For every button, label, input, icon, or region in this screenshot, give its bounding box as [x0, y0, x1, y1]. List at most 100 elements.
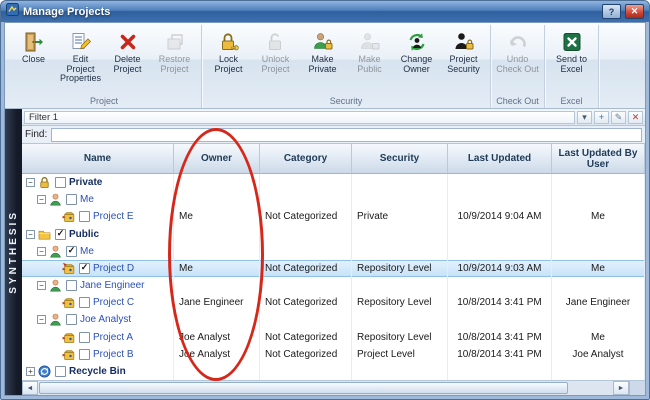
row-name-label: Recycle Bin [69, 366, 126, 377]
column-header-name[interactable]: Name [22, 144, 174, 173]
collapse-toggle[interactable]: − [26, 178, 35, 187]
row-checkbox[interactable] [79, 211, 90, 222]
table-row-me[interactable]: − Me [22, 243, 645, 260]
project-security-button[interactable]: Project Security [440, 26, 487, 76]
cell-security: Private [352, 208, 448, 225]
edit-properties-icon [70, 30, 92, 53]
column-header-last-updated-by-user[interactable]: Last Updated By User [552, 144, 645, 173]
column-header-owner[interactable]: Owner [174, 144, 260, 173]
cell-last-updated [448, 311, 552, 328]
window-title: Manage Projects [23, 6, 598, 18]
cell-owner [174, 191, 260, 208]
expand-toggle[interactable]: + [26, 367, 35, 376]
cell-category [260, 174, 352, 191]
row-checkbox[interactable] [79, 263, 90, 274]
filter-bar: Filter 1 ▾+✎✕ [22, 109, 645, 126]
ribbon-group-check-out: Undo Check OutCheck Out [491, 25, 545, 108]
cell-name: Project E [22, 208, 174, 225]
table-row-project-c[interactable]: Project CJane EngineerNot CategorizedRep… [22, 294, 645, 311]
title-bar: Manage Projects ? ✕ [1, 1, 649, 22]
add-filter-button[interactable]: + [594, 111, 609, 124]
cell-name: −Public [22, 226, 174, 243]
person-icon [49, 313, 63, 326]
make-private-button[interactable]: Make Private [299, 26, 346, 76]
cell-last-updated-by: Joe Analyst [552, 346, 645, 363]
scroll-left-button[interactable]: ◄ [22, 381, 38, 395]
folder-icon [38, 228, 52, 241]
row-checkbox[interactable] [66, 280, 77, 291]
cell-last-updated: 10/9/2014 9:03 AM [448, 260, 552, 277]
cell-name: −Me [22, 191, 174, 208]
collapse-toggle[interactable]: − [37, 281, 46, 290]
row-checkbox[interactable] [55, 229, 66, 240]
table-row-jane-engineer[interactable]: − Jane Engineer [22, 277, 645, 294]
collapse-toggle[interactable]: − [37, 315, 46, 324]
row-name-label: Me [80, 246, 94, 257]
edit-filter-button[interactable]: ✎ [611, 111, 626, 124]
cell-last-updated: 10/8/2014 3:41 PM [448, 294, 552, 311]
row-checkbox[interactable] [55, 366, 66, 377]
collapse-toggle[interactable]: − [37, 195, 46, 204]
cell-owner [174, 243, 260, 260]
row-checkbox[interactable] [79, 349, 90, 360]
restore-project-button[interactable]: Restore Project [151, 26, 198, 76]
make-public-button[interactable]: Make Public [346, 26, 393, 76]
table-row-project-a[interactable]: Project AJoe AnalystNot CategorizedRepos… [22, 329, 645, 346]
scroll-thumb[interactable] [39, 382, 568, 394]
cell-security: Repository Level [352, 260, 448, 277]
row-checkbox[interactable] [55, 177, 66, 188]
help-button[interactable]: ? [602, 4, 621, 19]
collapse-toggle[interactable]: − [37, 247, 46, 256]
table-row-public[interactable]: −Public [22, 226, 645, 243]
row-checkbox[interactable] [66, 246, 77, 257]
lock-project-button[interactable]: Lock Project [205, 26, 252, 76]
row-name-label: Jane Engineer [80, 280, 145, 291]
table-row-project-d[interactable]: Project DMeNot CategorizedRepository Lev… [22, 260, 645, 277]
cell-category: Not Categorized [260, 208, 352, 225]
send-to-excel-button[interactable]: Send to Excel [548, 26, 595, 76]
cell-last-updated-by: Me [552, 260, 645, 277]
ribbon-group-security: Lock ProjectUnlock ProjectMake PrivateMa… [202, 25, 491, 108]
row-checkbox[interactable] [66, 194, 77, 205]
table-row-project-b[interactable]: Project BJoe AnalystNot CategorizedProje… [22, 346, 645, 363]
edit-project-properties-button[interactable]: Edit Project Properties [57, 26, 104, 86]
column-header-security[interactable]: Security [352, 144, 448, 173]
column-header-category[interactable]: Category [260, 144, 352, 173]
table-row-joe-analyst[interactable]: −Joe Analyst [22, 311, 645, 328]
column-header-last-updated[interactable]: Last Updated [448, 144, 552, 173]
filter-selector[interactable]: Filter 1 [24, 111, 575, 124]
filter-dropdown-button[interactable]: ▾ [577, 111, 592, 124]
close-window-button[interactable]: ✕ [625, 4, 644, 19]
find-input[interactable] [51, 128, 642, 142]
cell-name: Project B [22, 346, 174, 363]
unlock-project-button[interactable]: Unlock Project [252, 26, 299, 76]
cell-security [352, 311, 448, 328]
row-checkbox[interactable] [66, 314, 77, 325]
cell-last-updated [448, 191, 552, 208]
delete-project-button[interactable]: Delete Project [104, 26, 151, 76]
row-checkbox[interactable] [79, 332, 90, 343]
cell-owner [174, 174, 260, 191]
row-checkbox[interactable] [79, 297, 90, 308]
close-button[interactable]: Close [10, 26, 57, 67]
row-name-label: Project D [93, 263, 134, 274]
cell-name: − Jane Engineer [22, 277, 174, 294]
undo-check-out-button[interactable]: Undo Check Out [494, 26, 541, 76]
scroll-right-button[interactable]: ► [613, 381, 629, 395]
table-row-private[interactable]: −Private [22, 174, 645, 191]
collapse-toggle[interactable]: − [26, 230, 35, 239]
table-row-project-e[interactable]: Project EMeNot CategorizedPrivate10/9/20… [22, 208, 645, 225]
clear-filter-button[interactable]: ✕ [628, 111, 643, 124]
table-row-me[interactable]: −Me [22, 191, 645, 208]
table-row-recycle-bin[interactable]: + Recycle Bin [22, 363, 645, 380]
cell-security [352, 226, 448, 243]
change-owner-button[interactable]: Change Owner [393, 26, 440, 76]
cell-owner: Joe Analyst [174, 329, 260, 346]
row-name-label: Project E [93, 211, 134, 222]
exit-icon [23, 30, 45, 53]
cell-category [260, 311, 352, 328]
scroll-track[interactable] [38, 381, 613, 395]
cell-owner: Me [174, 208, 260, 225]
cell-last-updated-by [552, 191, 645, 208]
synthesis-label: SYNTHESIS [8, 210, 19, 294]
